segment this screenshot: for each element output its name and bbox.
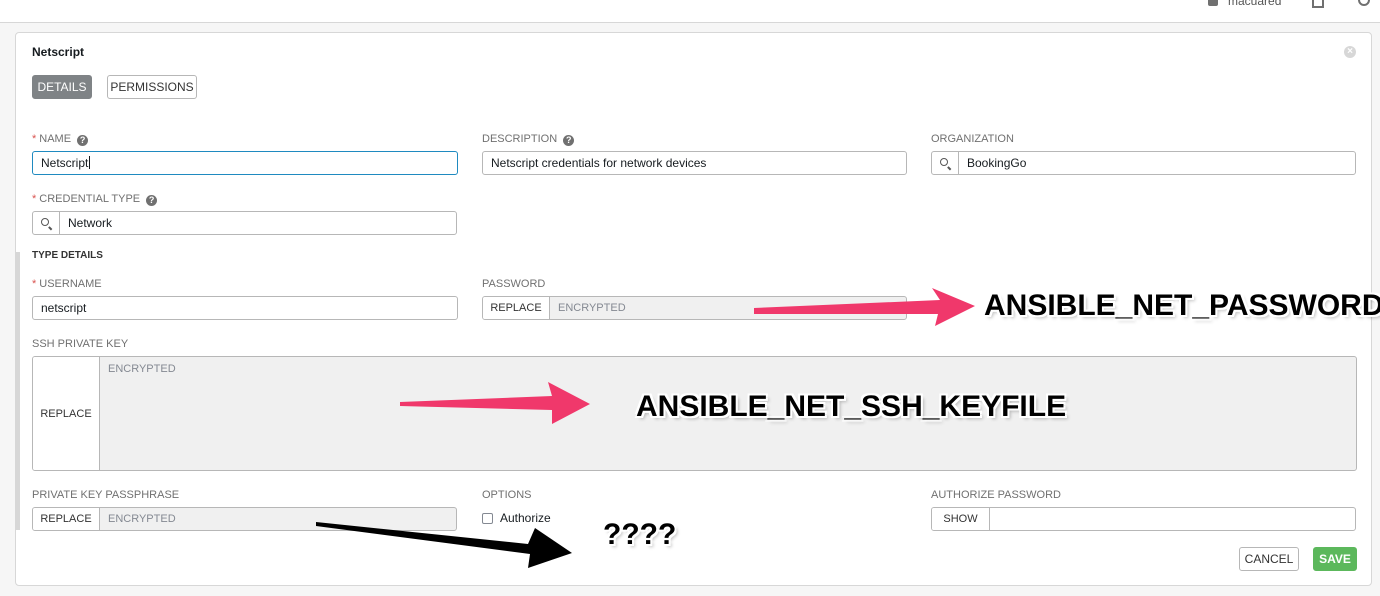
password-annotation-arrow [754,288,975,326]
unknown-env-annotation: ???? [603,518,677,551]
unknown-annotation-arrow [316,522,572,568]
ssh-keyfile-annotation-arrow [400,382,590,424]
password-env-annotation: ANSIBLE_NET_PASSWORD [984,289,1380,322]
ssh-keyfile-env-annotation: ANSIBLE_NET_SSH_KEYFILE [636,390,1067,423]
